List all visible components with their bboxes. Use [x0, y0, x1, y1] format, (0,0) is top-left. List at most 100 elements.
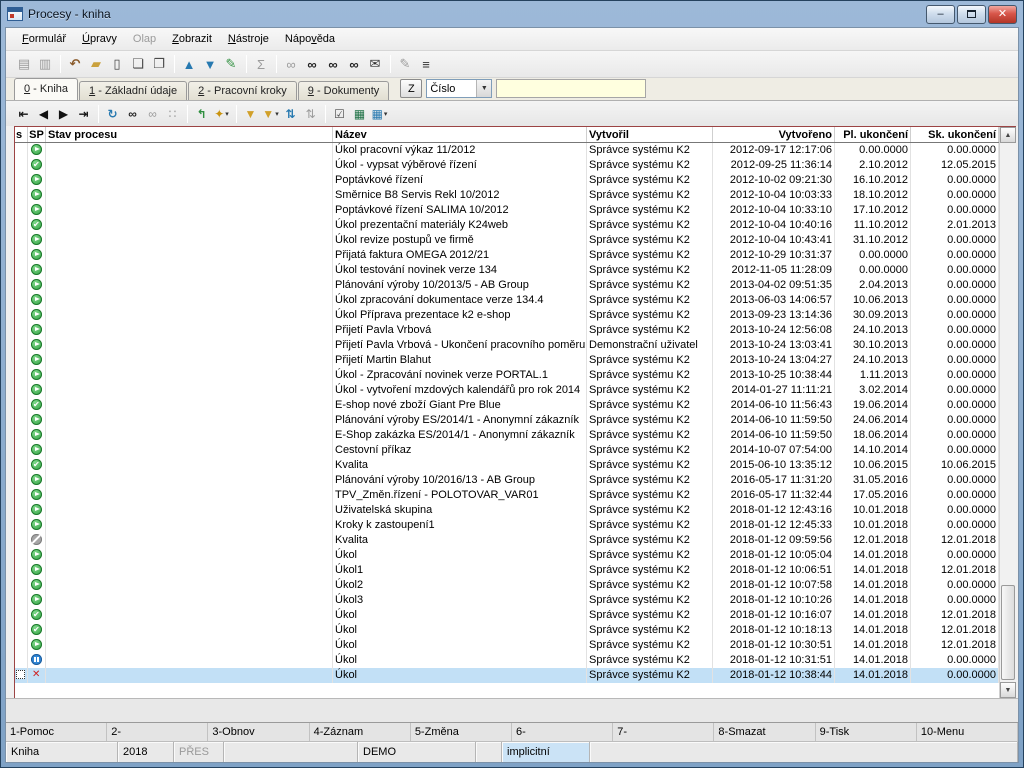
- open-icon[interactable]: ▰: [86, 54, 106, 74]
- table-row[interactable]: Plánování výroby 10/2016/13 - AB GroupSp…: [15, 473, 999, 488]
- fkey-1-pomoc[interactable]: 1-Pomoc: [6, 723, 107, 741]
- move-up-icon[interactable]: ▲: [179, 54, 199, 74]
- undo-icon[interactable]: ↶: [65, 54, 85, 74]
- export-excel-icon[interactable]: ▦: [350, 104, 369, 123]
- scroll-down-button[interactable]: ▼: [1000, 682, 1016, 698]
- minimize-button[interactable]: –: [926, 5, 955, 24]
- column-header-vytvoreno[interactable]: Vytvořeno: [713, 127, 835, 142]
- close-button[interactable]: ✕: [988, 5, 1017, 24]
- sort-icon[interactable]: ⇅: [281, 104, 300, 123]
- table-row[interactable]: Směrnice B8 Servis Rekl 10/2012Správce s…: [15, 188, 999, 203]
- tab-0-kniha[interactable]: 0 - Kniha: [14, 78, 78, 100]
- table-row[interactable]: Kroky k zastoupení1Správce systému K2201…: [15, 518, 999, 533]
- table-row[interactable]: Úkol prezentační materiály K24webSprávce…: [15, 218, 999, 233]
- table-row[interactable]: ÚkolSprávce systému K22018-01-12 10:18:1…: [15, 623, 999, 638]
- fkey-7[interactable]: 7-: [613, 723, 714, 741]
- column-header-stav-procesu[interactable]: Stav procesu: [46, 127, 333, 142]
- scrollbar-track[interactable]: [1000, 143, 1016, 682]
- tab-9-dokumenty[interactable]: 9 - Dokumenty: [298, 81, 390, 100]
- paste-icon[interactable]: ❐: [149, 54, 169, 74]
- fkey-8-smazat[interactable]: 8-Smazat: [714, 723, 815, 741]
- column-header-s[interactable]: s: [15, 127, 28, 142]
- first-record-icon[interactable]: ⇤: [14, 104, 33, 123]
- filter-icon[interactable]: ▼: [241, 104, 260, 123]
- tab-1-zakladni-udaje[interactable]: 1 - Základní údaje: [79, 81, 187, 100]
- menu-nastroje[interactable]: Nástroje: [220, 29, 277, 50]
- table-row[interactable]: Úkol2Správce systému K22018-01-12 10:07:…: [15, 578, 999, 593]
- table-row[interactable]: E-Shop zakázka ES/2014/1 - Anonymní záka…: [15, 428, 999, 443]
- refresh-icon[interactable]: ↻: [103, 104, 122, 123]
- parent-record-icon[interactable]: ↰: [192, 104, 211, 123]
- table-row[interactable]: ÚkolSprávce systému K22018-01-12 10:31:5…: [15, 653, 999, 668]
- table-row[interactable]: Úkol1Správce systému K22018-01-12 10:06:…: [15, 563, 999, 578]
- tab-2-pracovni-kroky[interactable]: 2 - Pracovní kroky: [188, 81, 297, 100]
- table-row[interactable]: Poptávkové řízeníSprávce systému K22012-…: [15, 173, 999, 188]
- actions-icon[interactable]: ✦▾: [212, 104, 231, 123]
- copy-record-icon[interactable]: ❏: [128, 54, 148, 74]
- fkey-5-zmena[interactable]: 5-Změna: [411, 723, 512, 741]
- prev-record-icon[interactable]: ◀: [34, 104, 53, 123]
- menu-zobrazit[interactable]: Zobrazit: [164, 29, 220, 50]
- table-row[interactable]: Poptávkové řízení SALIMA 10/2012Správce …: [15, 203, 999, 218]
- chevron-down-icon[interactable]: ▼: [476, 80, 491, 97]
- grid-view-icon[interactable]: ▦▾: [370, 104, 389, 123]
- table-row[interactable]: Úkol3Správce systému K22018-01-12 10:10:…: [15, 593, 999, 608]
- table-row[interactable]: ÚkolSprávce systému K22018-01-12 10:16:0…: [15, 608, 999, 623]
- table-row[interactable]: Přijetí Pavla Vrbová - Ukončení pracovní…: [15, 338, 999, 353]
- table-row[interactable]: Přijetí Pavla VrbováSprávce systému K220…: [15, 323, 999, 338]
- last-record-icon[interactable]: ⇥: [74, 104, 93, 123]
- column-header-vytvoril[interactable]: Vytvořil: [587, 127, 713, 142]
- table-row[interactable]: Úkol - vypsat výběrové řízeníSprávce sys…: [15, 158, 999, 173]
- move-down-icon[interactable]: ▼: [200, 54, 220, 74]
- search-next-icon[interactable]: ∞: [323, 54, 343, 74]
- table-row[interactable]: KvalitaSprávce systému K22018-01-12 09:5…: [15, 533, 999, 548]
- search-icon[interactable]: ∞: [302, 54, 322, 74]
- search-book-icon[interactable]: ∞: [123, 104, 142, 123]
- fkey-6[interactable]: 6-: [512, 723, 613, 741]
- table-row[interactable]: Plánování výroby 10/2013/5 - AB GroupSpr…: [15, 278, 999, 293]
- column-header-sk-ukonceni[interactable]: Sk. ukončení: [911, 127, 999, 142]
- search-select-icon[interactable]: ∞: [344, 54, 364, 74]
- scrollbar-thumb[interactable]: [1001, 585, 1015, 680]
- menu-napoveda[interactable]: Nápověda: [277, 29, 343, 50]
- table-row[interactable]: Úkol revize postupů ve firměSprávce syst…: [15, 233, 999, 248]
- menu-formular[interactable]: Formulář: [14, 29, 74, 50]
- table-row[interactable]: Úkol pracovní výkaz 11/2012Správce systé…: [15, 143, 999, 158]
- column-header-sp[interactable]: SP: [28, 127, 46, 142]
- fkey-10-menu[interactable]: 10-Menu: [917, 723, 1018, 741]
- table-row[interactable]: Plánování výroby ES/2014/1 - Anonymní zá…: [15, 413, 999, 428]
- column-header-nazev[interactable]: Název: [333, 127, 587, 142]
- table-row[interactable]: Uživatelská skupinaSprávce systému K2201…: [15, 503, 999, 518]
- vertical-scrollbar[interactable]: ▲ ▼: [999, 127, 1016, 698]
- maximize-button[interactable]: [957, 5, 986, 24]
- menu-list-icon[interactable]: ≡: [416, 54, 436, 74]
- filter-edit-icon[interactable]: ▼▾: [261, 104, 280, 123]
- table-row[interactable]: ÚkolSprávce systému K22018-01-12 10:38:4…: [15, 668, 999, 683]
- fkey-9-tisk[interactable]: 9-Tisk: [816, 723, 917, 741]
- z-button[interactable]: Z: [400, 79, 422, 98]
- table-row[interactable]: Úkol Příprava prezentace k2 e-shopSprávc…: [15, 308, 999, 323]
- quick-filter-input[interactable]: [496, 79, 646, 98]
- table-row[interactable]: Přijetí Martin BlahutSprávce systému K22…: [15, 353, 999, 368]
- table-row[interactable]: ÚkolSprávce systému K22018-01-12 10:30:5…: [15, 638, 999, 653]
- mail-icon[interactable]: ✉: [365, 54, 385, 74]
- menu-upravy[interactable]: Úpravy: [74, 29, 125, 50]
- edit-record-icon[interactable]: ✎: [221, 54, 241, 74]
- column-header-pl-ukonceni[interactable]: Pl. ukončení: [835, 127, 911, 142]
- table-row[interactable]: Úkol - vytvoření mzdových kalendářů pro …: [15, 383, 999, 398]
- filter-field-combo[interactable]: Číslo ▼: [426, 79, 492, 98]
- table-row[interactable]: Úkol zpracování dokumentace verze 134.4S…: [15, 293, 999, 308]
- table-row[interactable]: Přijatá faktura OMEGA 2012/21Správce sys…: [15, 248, 999, 263]
- table-row[interactable]: KvalitaSprávce systému K22015-06-10 13:3…: [15, 458, 999, 473]
- scroll-up-button[interactable]: ▲: [1000, 127, 1016, 143]
- table-row[interactable]: ÚkolSprávce systému K22018-01-12 10:05:0…: [15, 548, 999, 563]
- table-row[interactable]: Úkol - Zpracování novinek verze PORTAL.1…: [15, 368, 999, 383]
- fkey-2[interactable]: 2-: [107, 723, 208, 741]
- table-row[interactable]: Cestovní příkazSprávce systému K22014-10…: [15, 443, 999, 458]
- table-row[interactable]: TPV_Změn.řízení - POLOTOVAR_VAR01Správce…: [15, 488, 999, 503]
- checklist-icon[interactable]: ☑: [330, 104, 349, 123]
- table-row[interactable]: Úkol testování novinek verze 134Správce …: [15, 263, 999, 278]
- fkey-3-obnov[interactable]: 3-Obnov: [208, 723, 309, 741]
- fkey-4-zaznam[interactable]: 4-Záznam: [310, 723, 411, 741]
- new-record-icon[interactable]: ▯: [107, 54, 127, 74]
